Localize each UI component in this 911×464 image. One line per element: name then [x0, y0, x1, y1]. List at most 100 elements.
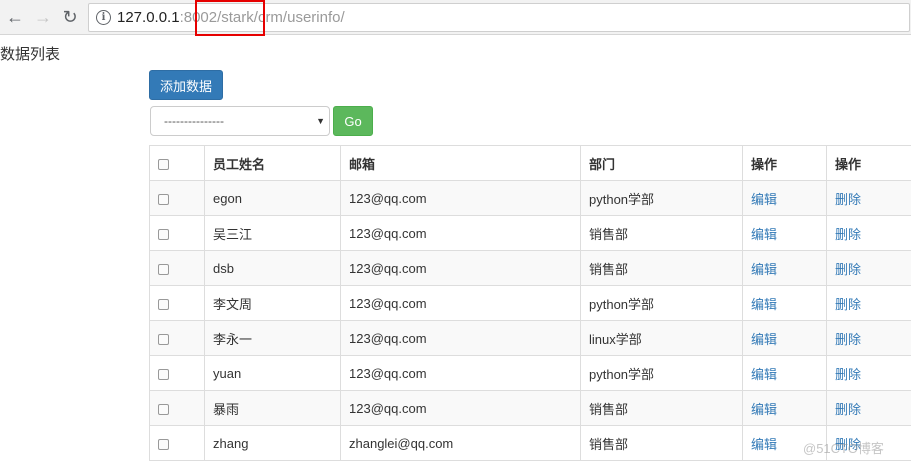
row-checkbox[interactable] [158, 263, 169, 275]
cell-edit: 编辑 [742, 180, 827, 216]
row-checkbox[interactable] [158, 228, 169, 240]
select-value: --------------- [164, 114, 224, 128]
cell-delete: 删除 [826, 285, 911, 321]
row-checkbox-cell [149, 355, 205, 391]
delete-link[interactable]: 删除 [835, 262, 861, 277]
row-checkbox[interactable] [158, 403, 169, 415]
url-host: 127.0.0.1 [117, 9, 180, 26]
table-row: yuan 123@qq.com python学部 编辑 删除 [149, 355, 911, 391]
row-checkbox-cell [149, 180, 205, 216]
caret-down-icon: ▼ [316, 116, 325, 126]
cell-dept: python学部 [580, 180, 743, 216]
delete-link[interactable]: 删除 [835, 192, 861, 207]
cell-edit: 编辑 [742, 320, 827, 356]
cell-delete: 删除 [826, 250, 911, 286]
cell-name: yuan [204, 355, 341, 391]
select-all-checkbox[interactable] [158, 158, 169, 170]
cell-name: dsb [204, 250, 341, 286]
info-icon[interactable]: i [96, 10, 111, 25]
cell-email: zhanglei@qq.com [340, 425, 581, 461]
cell-email: 123@qq.com [340, 355, 581, 391]
cell-delete: 删除 [826, 390, 911, 426]
cell-edit: 编辑 [742, 250, 827, 286]
table-row: zhang zhanglei@qq.com 销售部 编辑 删除 [149, 425, 911, 461]
url-highlight-box [195, 0, 265, 36]
cell-name: 李永一 [204, 320, 341, 356]
row-checkbox-cell [149, 215, 205, 251]
cell-name: egon [204, 180, 341, 216]
page-title: 数据列表 [0, 46, 61, 63]
cell-email: 123@qq.com [340, 320, 581, 356]
table-row: egon 123@qq.com python学部 编辑 删除 [149, 180, 911, 216]
row-checkbox-cell [149, 285, 205, 321]
cell-email: 123@qq.com [340, 180, 581, 216]
delete-link[interactable]: 删除 [835, 402, 861, 417]
header-name: 员工姓名 [204, 145, 341, 181]
delete-link[interactable]: 删除 [835, 367, 861, 382]
edit-link[interactable]: 编辑 [751, 332, 777, 347]
table-header-row: 员工姓名 邮箱 部门 操作 操作 [149, 145, 911, 181]
table-row: dsb 123@qq.com 销售部 编辑 删除 [149, 250, 911, 286]
header-checkbox-cell [149, 145, 205, 181]
header-action-edit: 操作 [742, 145, 827, 181]
cell-edit: 编辑 [742, 215, 827, 251]
cell-name: 暴雨 [204, 390, 341, 426]
delete-link[interactable]: 删除 [835, 332, 861, 347]
cell-name: zhang [204, 425, 341, 461]
cell-email: 123@qq.com [340, 215, 581, 251]
cell-dept: 销售部 [580, 250, 743, 286]
table-row: 李永一 123@qq.com linux学部 编辑 删除 [149, 320, 911, 356]
cell-edit: 编辑 [742, 285, 827, 321]
table-row: 李文周 123@qq.com python学部 编辑 删除 [149, 285, 911, 321]
edit-link[interactable]: 编辑 [751, 437, 777, 452]
edit-link[interactable]: 编辑 [751, 262, 777, 277]
row-checkbox[interactable] [158, 193, 169, 205]
go-button[interactable]: Go [333, 106, 373, 136]
row-checkbox-cell [149, 250, 205, 286]
row-checkbox[interactable] [158, 333, 169, 345]
row-checkbox-cell [149, 390, 205, 426]
browser-toolbar: ← → ↻ i 127.0.0.1:8002/stark/crm/userinf… [0, 0, 911, 36]
reload-icon[interactable]: ↻ [58, 5, 82, 29]
row-checkbox[interactable] [158, 368, 169, 380]
cell-delete: 删除 [826, 180, 911, 216]
edit-link[interactable]: 编辑 [751, 192, 777, 207]
cell-name: 李文周 [204, 285, 341, 321]
action-select[interactable]: --------------- ▼ [150, 106, 330, 136]
cell-delete: 删除 [826, 320, 911, 356]
cell-dept: linux学部 [580, 320, 743, 356]
row-checkbox[interactable] [158, 298, 169, 310]
forward-arrow-icon[interactable]: → [31, 5, 55, 29]
url-path-highlighted: userinfo/ [287, 9, 345, 26]
cell-dept: 销售部 [580, 215, 743, 251]
data-table: 员工姓名 邮箱 部门 操作 操作 egon 123@qq.com python学部编… [149, 145, 911, 461]
watermark: @51CTO博客 [803, 441, 884, 456]
cell-dept: 销售部 [580, 390, 743, 426]
delete-link[interactable]: 删除 [835, 227, 861, 242]
header-action-delete: 操作 [826, 145, 911, 181]
cell-email: 123@qq.com [340, 390, 581, 426]
delete-link[interactable]: 删除 [835, 297, 861, 312]
row-checkbox-cell [149, 425, 205, 461]
cell-email: 123@qq.com [340, 285, 581, 321]
table-row: 暴雨 123@qq.com 销售部 编辑 删除 [149, 390, 911, 426]
cell-delete: 删除 [826, 215, 911, 251]
cell-dept: python学部 [580, 285, 743, 321]
add-data-button[interactable]: 添加数据 [149, 70, 223, 100]
cell-dept: python学部 [580, 355, 743, 391]
table-row: 吴三江 123@qq.com 销售部 编辑 删除 [149, 215, 911, 251]
cell-dept: 销售部 [580, 425, 743, 461]
edit-link[interactable]: 编辑 [751, 402, 777, 417]
row-checkbox[interactable] [158, 438, 169, 450]
cell-name: 吴三江 [204, 215, 341, 251]
cell-edit: 编辑 [742, 355, 827, 391]
edit-link[interactable]: 编辑 [751, 297, 777, 312]
row-checkbox-cell [149, 320, 205, 356]
cell-edit: 编辑 [742, 390, 827, 426]
cell-delete: 删除 [826, 355, 911, 391]
back-arrow-icon[interactable]: ← [3, 5, 27, 29]
edit-link[interactable]: 编辑 [751, 227, 777, 242]
cell-email: 123@qq.com [340, 250, 581, 286]
edit-link[interactable]: 编辑 [751, 367, 777, 382]
header-email: 邮箱 [340, 145, 581, 181]
